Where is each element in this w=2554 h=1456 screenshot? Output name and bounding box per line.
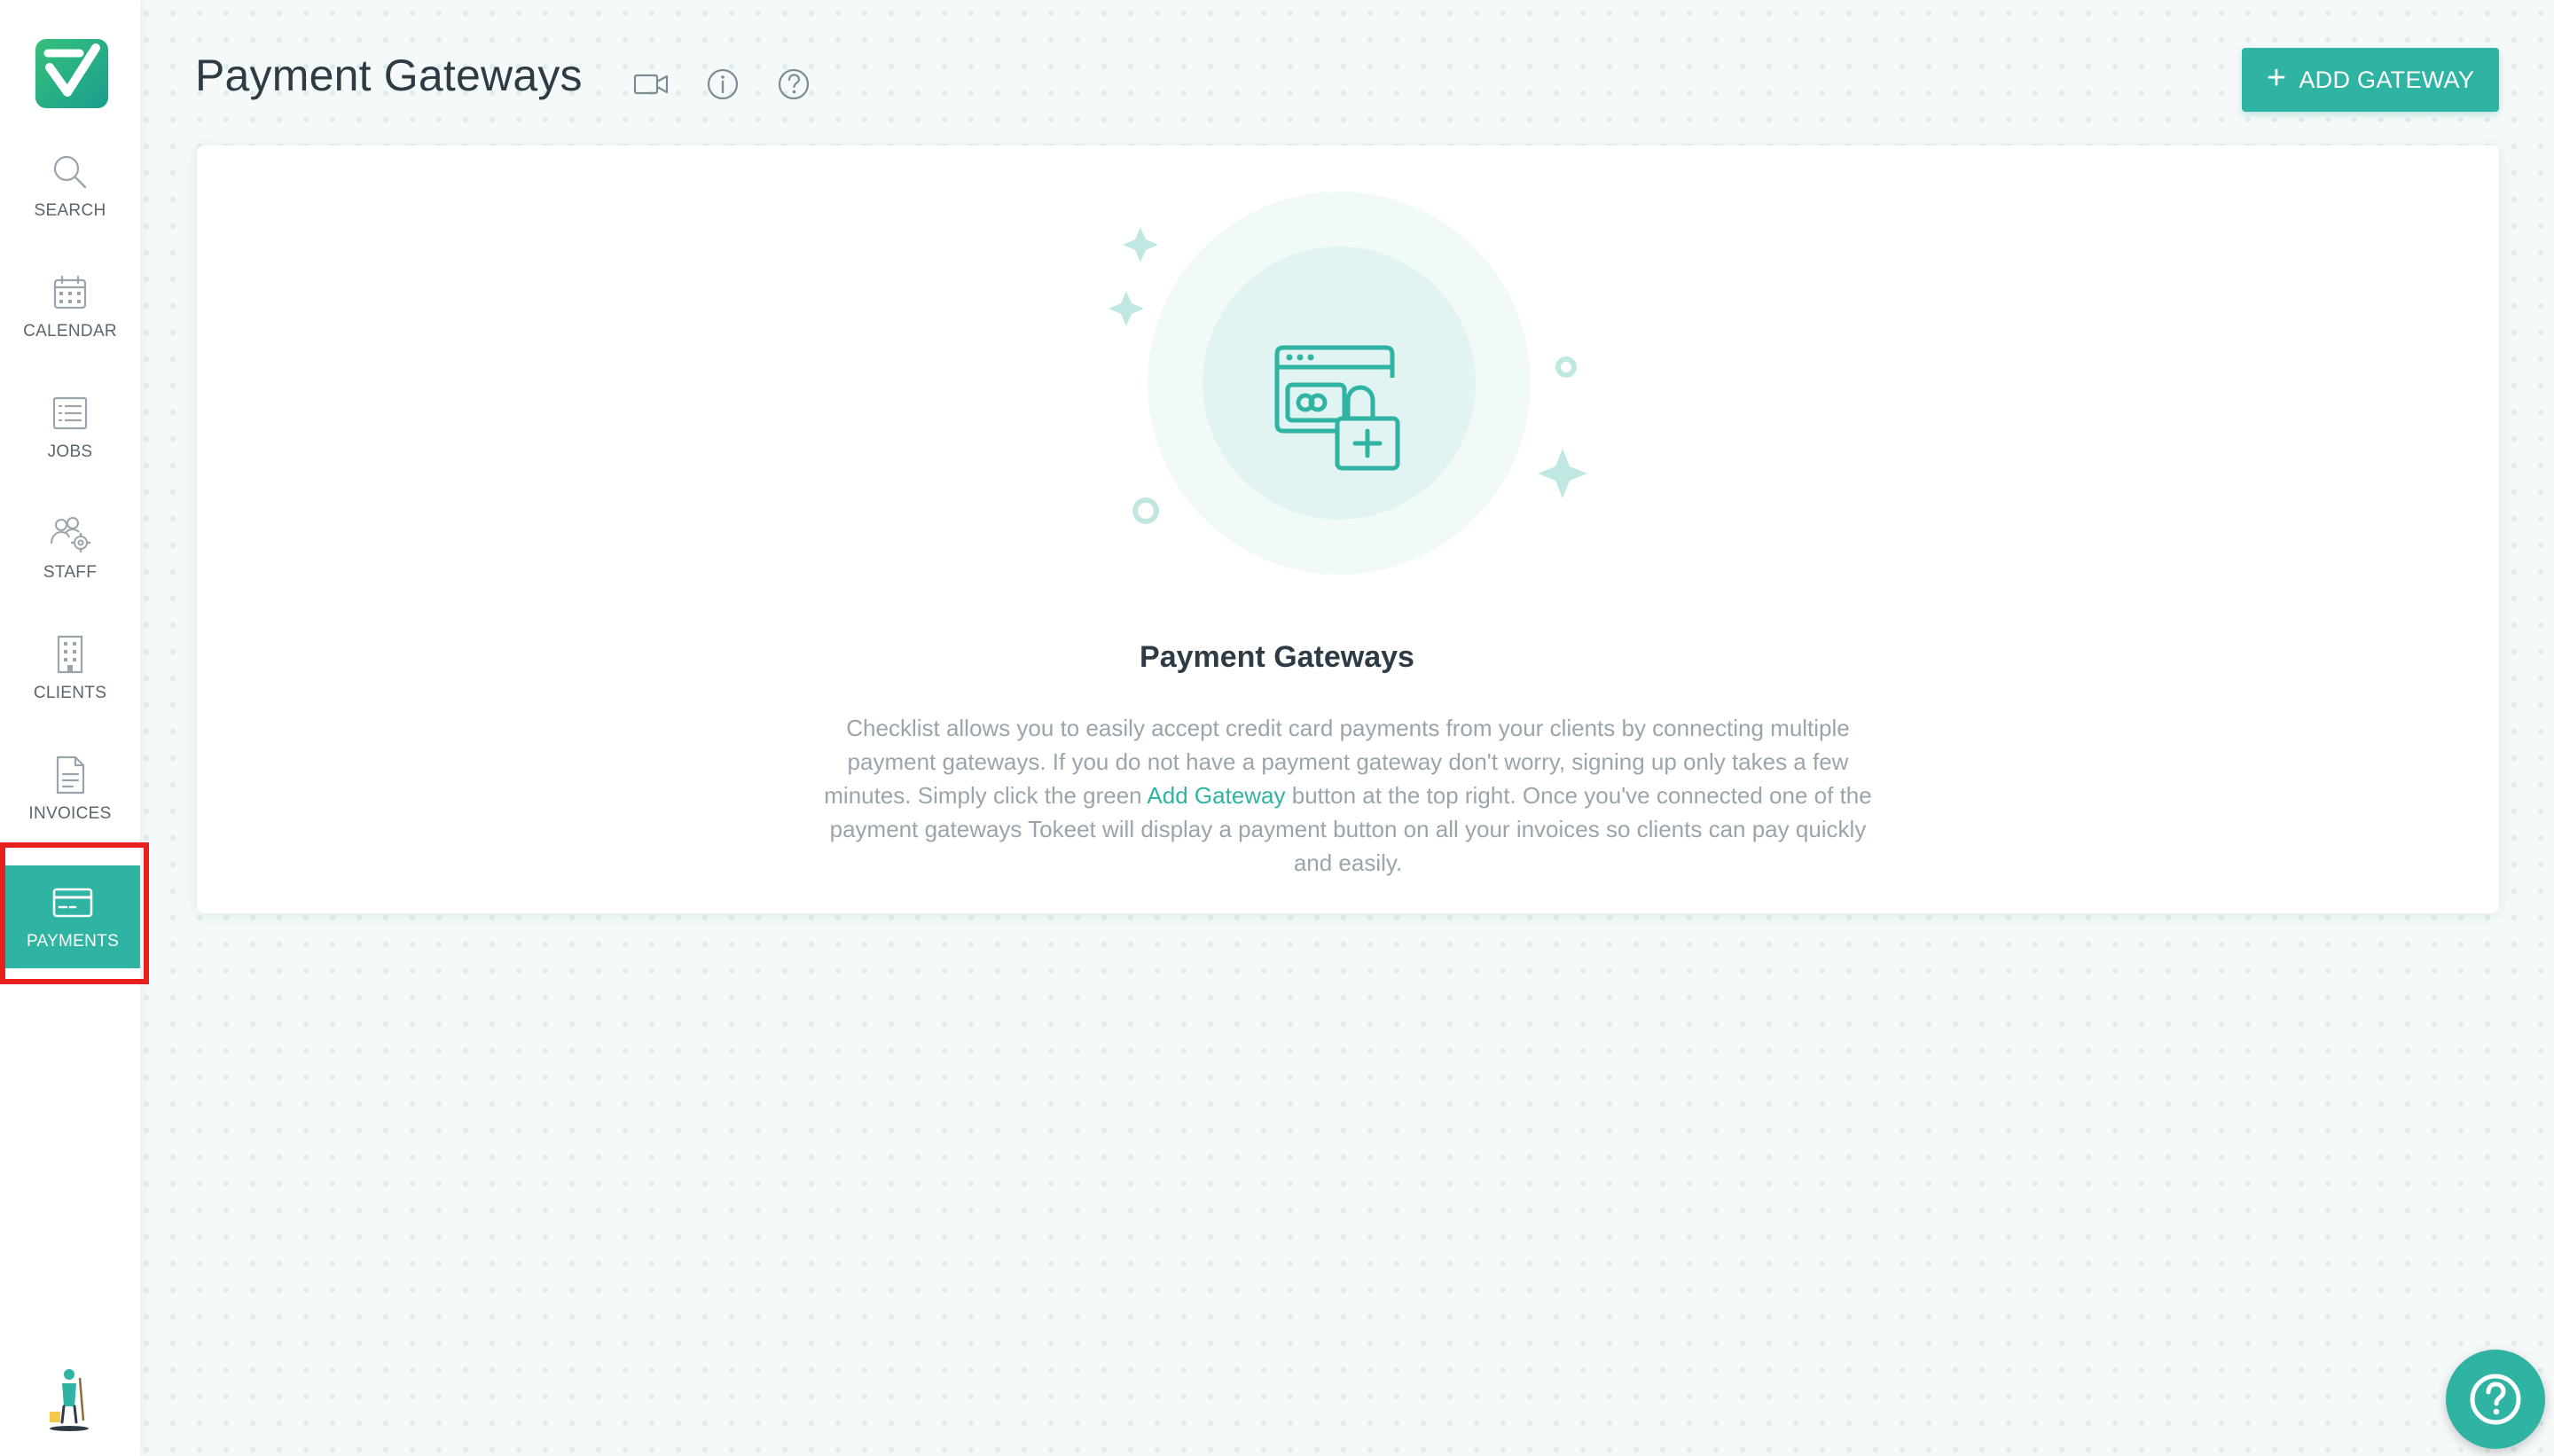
document-icon [56,755,85,795]
question-icon[interactable] [775,66,812,103]
cleaner-avatar-icon[interactable] [44,1366,94,1433]
page-title: Payment Gateways [195,51,583,100]
plus-icon: + [2266,59,2287,97]
sidebar-item-search[interactable]: SEARCH [0,135,140,238]
secure-payment-lock-icon [1109,192,1587,575]
checklist-logo-icon[interactable] [35,39,108,108]
sidebar-item-label: SEARCH [34,201,106,220]
sidebar-item-label: CALENDAR [23,322,117,341]
calendar-icon [53,275,87,309]
add-gateway-link[interactable]: Add Gateway [1147,782,1285,809]
sidebar-item-label: CLIENTS [33,684,107,702]
sidebar-item-label: STAFF [43,563,98,582]
empty-state-title: Payment Gateways [1140,640,1414,674]
list-icon [52,396,88,430]
sidebar-item-staff[interactable]: STAFF [0,497,140,599]
sidebar-item-calendar[interactable]: CALENDAR [0,255,140,358]
empty-state-description: Checklist allows you to easily accept cr… [816,711,1880,880]
sidebar-item-invoices[interactable]: INVOICES [0,738,140,841]
add-gateway-button[interactable]: + ADD GATEWAY [2242,48,2499,112]
sidebar-item-jobs[interactable]: JOBS [0,376,140,479]
sidebar-item-label: JOBS [47,442,93,461]
help-chat-button[interactable] [2446,1350,2545,1449]
sidebar-item-label: INVOICES [28,804,112,823]
info-icon[interactable] [704,66,741,103]
sidebar-item-label: PAYMENTS [26,932,120,951]
sidebar: SEARCH CALENDAR JOBS STAFF CLIENTS INVOI… [0,0,149,1456]
search-icon [53,155,87,189]
sidebar-item-payments[interactable]: PAYMENTS [5,865,140,968]
video-icon[interactable] [632,66,670,103]
staff-gear-icon [51,517,90,553]
credit-card-icon [52,888,93,918]
add-gateway-label: ADD GATEWAY [2299,66,2475,93]
question-icon [2470,1374,2521,1425]
